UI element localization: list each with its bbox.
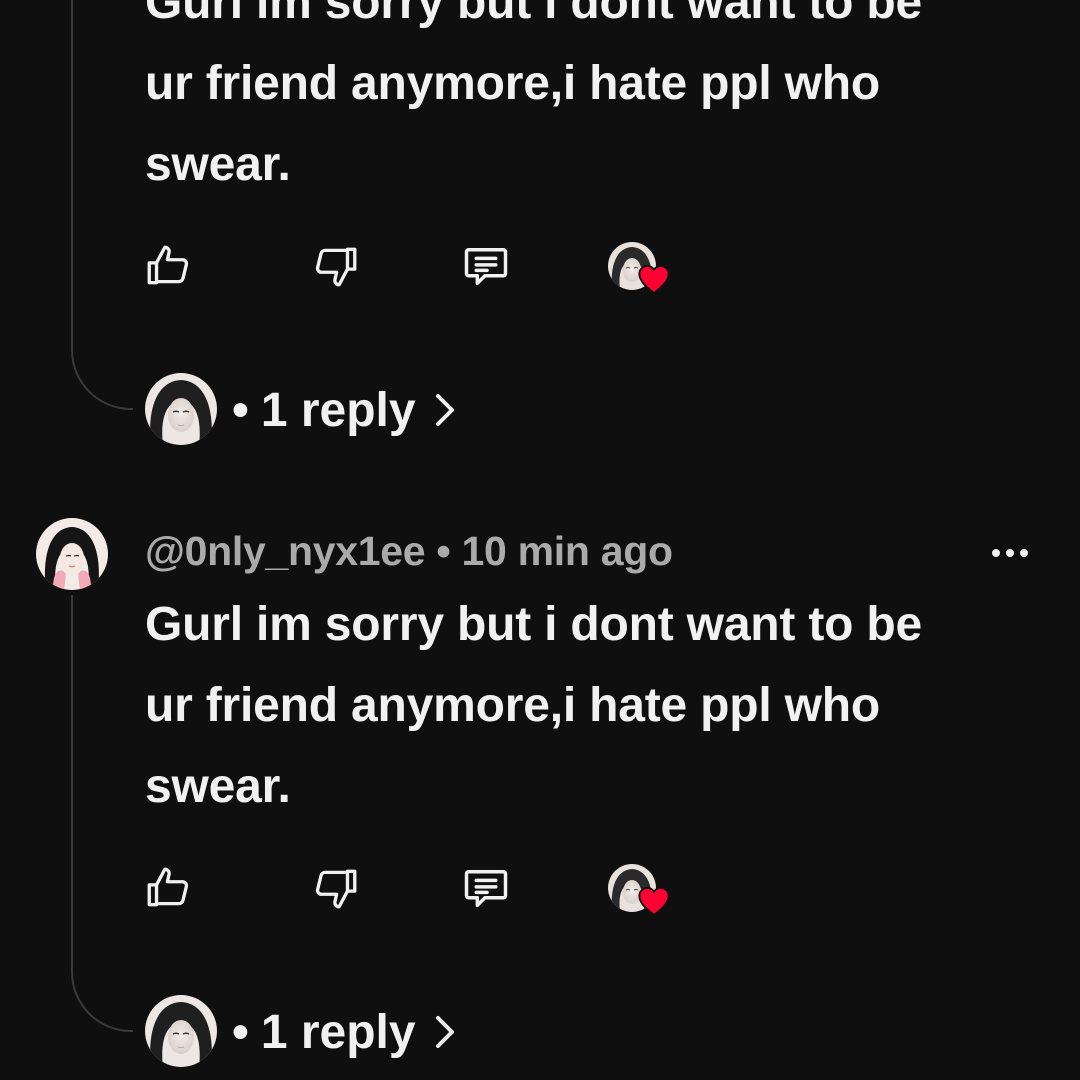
comment-author-avatar[interactable] [36,518,108,590]
chevron-right-icon [432,390,460,430]
thumbs-down-icon [315,247,357,287]
reply-button[interactable] [456,236,516,296]
heart-icon [638,886,670,916]
separator-dot: • [232,1005,249,1059]
reply-count-label: 1 reply [260,1005,416,1059]
heart-icon [638,264,670,294]
comment-text: Gurl im sorry but i dont want to be ur fr… [145,0,923,191]
more-options-button[interactable] [985,533,1035,573]
view-replies-button[interactable]: • 1 reply [232,1002,460,1062]
thumbs-down-icon [315,869,357,909]
thread-connector-line [71,595,133,1032]
comment-username[interactable]: @0nly_nyx1ee [145,528,426,574]
more-options-icon [992,549,1028,557]
reply-button[interactable] [456,858,516,918]
creator-heart-badge [608,238,672,298]
comment-icon [464,248,508,286]
view-replies-button[interactable]: • 1 reply [232,380,460,440]
chevron-right-icon [432,1012,460,1052]
thumbs-up-icon [147,245,189,285]
separator-dot: • [436,528,451,574]
reply-author-avatar[interactable] [145,995,217,1067]
comment-timestamp: 10 min ago [461,528,673,574]
comment-text: Gurl im sorry but i dont want to be ur fr… [145,598,923,813]
thread-connector-line [71,0,133,410]
separator-dot: • [232,383,249,437]
like-button[interactable] [138,236,198,296]
dislike-button[interactable] [306,858,366,918]
reply-author-avatar[interactable] [145,373,217,445]
comment-icon [464,870,508,908]
thumbs-up-icon [147,867,189,907]
creator-heart-badge [608,860,672,920]
like-button[interactable] [138,858,198,918]
comment-meta: @0nly_nyx1ee • 10 min ago [145,528,673,575]
reply-count-label: 1 reply [260,383,416,437]
dislike-button[interactable] [306,236,366,296]
